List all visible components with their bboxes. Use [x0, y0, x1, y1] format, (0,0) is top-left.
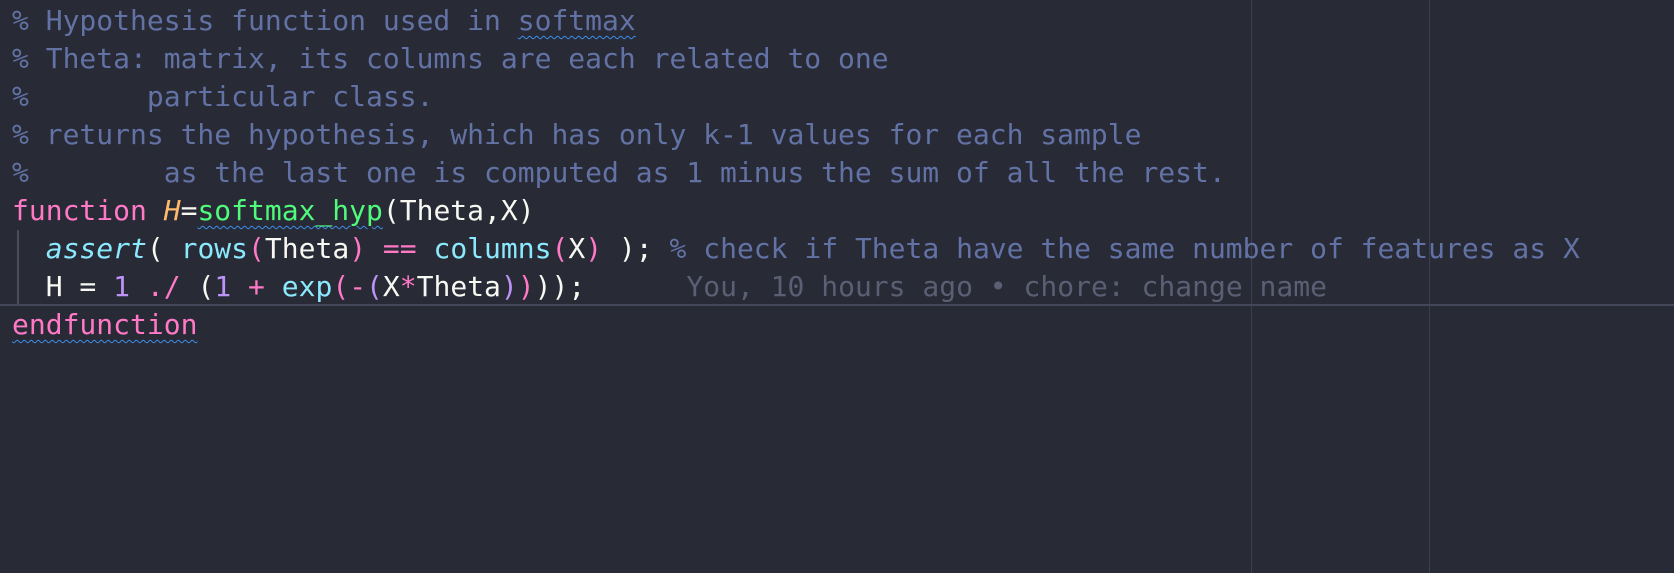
code-line-4[interactable]: % returns the hypothesis, which has only…: [12, 116, 1674, 154]
comment-text: % particular class.: [12, 80, 434, 113]
function-name[interactable]: softmax_hyp: [197, 194, 382, 227]
rows-call: rows: [180, 232, 249, 265]
spelling-warning-word[interactable]: softmax: [518, 4, 636, 37]
code-line-1[interactable]: % Hypothesis function used in softmax: [12, 2, 1674, 40]
divide-operator: ./: [130, 270, 198, 303]
indent-guide: [17, 230, 19, 268]
multiply-operator: *: [399, 270, 417, 303]
code-line-8-current[interactable]: H = 1 ./ (1 + exp(-(X*Theta)))); You, 10…: [0, 268, 1674, 306]
output-variable: H: [163, 194, 181, 227]
keyword-function: function: [12, 194, 147, 227]
code-line-9[interactable]: endfunction: [12, 306, 1674, 344]
code-line-2[interactable]: % Theta: matrix, its columns are each re…: [12, 40, 1674, 78]
equality-operator: ==: [366, 232, 434, 265]
function-params: (Theta,X): [382, 194, 535, 227]
comment-text: % as the last one is computed as 1 minus…: [12, 156, 1226, 189]
minus-operator: -: [349, 270, 367, 303]
indent-guide: [17, 268, 19, 304]
keyword-endfunction[interactable]: endfunction: [12, 308, 197, 341]
code-line-3[interactable]: % particular class.: [12, 78, 1674, 116]
inline-comment: % check if Theta have the same number of…: [669, 232, 1580, 265]
number-literal: 1: [214, 270, 232, 303]
assign-operator: =: [180, 194, 198, 227]
code-editor[interactable]: % Hypothesis function used in softmax % …: [0, 0, 1674, 573]
code-line-5[interactable]: % as the last one is computed as 1 minus…: [12, 154, 1674, 192]
exp-call: exp: [281, 270, 333, 303]
columns-call: columns: [433, 232, 552, 265]
code-line-6[interactable]: function H=softmax_hyp(Theta,X): [12, 192, 1674, 230]
comment-text: % Theta: matrix, its columns are each re…: [12, 42, 889, 75]
comment-text: % Hypothesis function used in: [12, 4, 518, 37]
code-lines: % Hypothesis function used in softmax % …: [0, 2, 1674, 344]
plus-operator: +: [231, 270, 282, 303]
comment-text: % returns the hypothesis, which has only…: [12, 118, 1142, 151]
git-blame-annotation[interactable]: You, 10 hours ago • chore: change name: [686, 270, 1327, 303]
number-literal: 1: [113, 270, 131, 303]
assert-call: assert: [45, 232, 147, 265]
code-line-7[interactable]: assert( rows(Theta) == columns(X) ); % c…: [12, 230, 1674, 268]
